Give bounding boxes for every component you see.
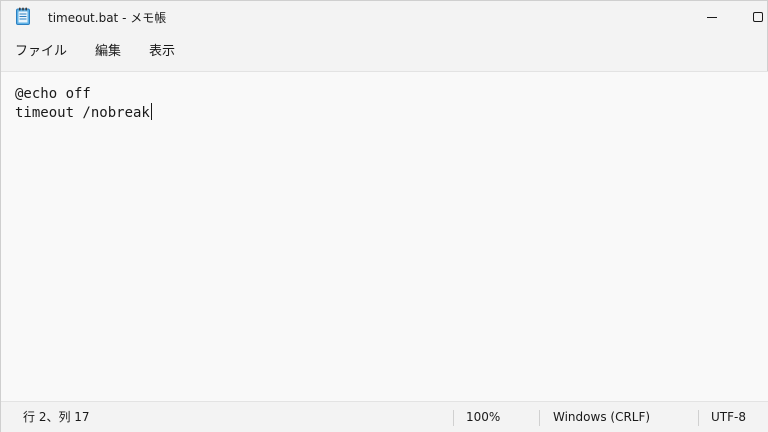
status-divider: [453, 410, 454, 426]
status-divider: [539, 410, 540, 426]
text-caret: [150, 103, 152, 120]
menu-view[interactable]: 表示: [138, 37, 186, 67]
status-divider: [698, 410, 699, 426]
editor-line-text: @echo off: [15, 86, 91, 102]
minimize-button[interactable]: [689, 1, 735, 33]
notepad-icon: [16, 7, 30, 25]
title-bar[interactable]: timeout.bat - メモ帳: [1, 1, 768, 33]
editor-line-text: timeout /nobreak: [15, 105, 150, 121]
notepad-window: timeout.bat - メモ帳 ファイル 編集 表示 @echo off t…: [0, 0, 768, 432]
encoding[interactable]: UTF-8: [711, 402, 746, 432]
editor-line-1: @echo off: [15, 85, 755, 103]
status-bar: 行 2、列 17 100% Windows (CRLF) UTF-8: [1, 401, 768, 432]
cursor-position: 行 2、列 17: [23, 410, 90, 424]
window-title: timeout.bat - メモ帳: [48, 11, 167, 25]
maximize-button[interactable]: [735, 1, 768, 33]
maximize-icon: [753, 12, 763, 22]
menu-file[interactable]: ファイル: [4, 37, 78, 67]
minimize-icon: [707, 16, 717, 18]
line-ending[interactable]: Windows (CRLF): [553, 402, 650, 432]
menu-bar: ファイル 編集 表示: [1, 33, 768, 71]
menu-edit[interactable]: 編集: [84, 37, 132, 67]
zoom-level[interactable]: 100%: [466, 402, 500, 432]
text-editor[interactable]: @echo off timeout /nobreak: [1, 71, 768, 401]
editor-line-2: timeout /nobreak: [15, 103, 755, 121]
